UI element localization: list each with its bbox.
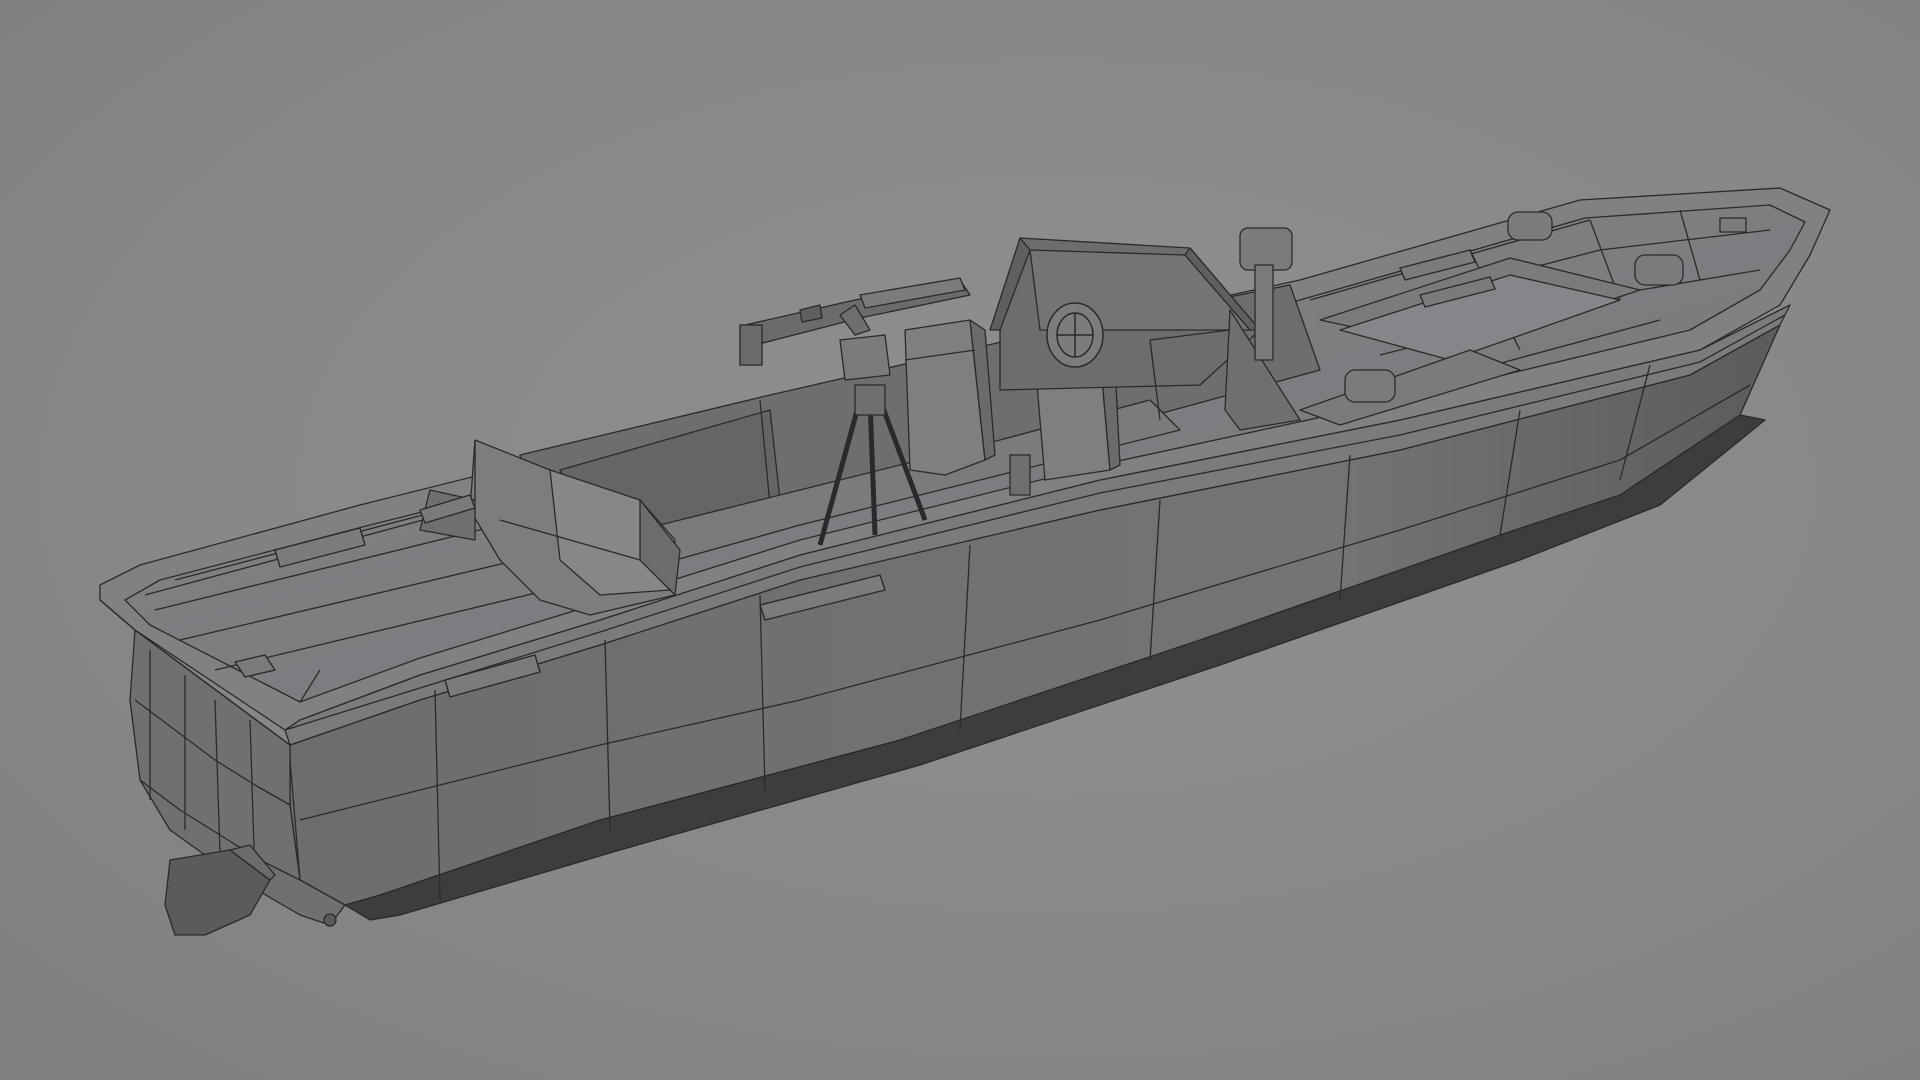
- render-viewport: [0, 0, 1920, 1080]
- boat-model-render: [99, 187, 1831, 936]
- steering-wheel: [1046, 302, 1104, 368]
